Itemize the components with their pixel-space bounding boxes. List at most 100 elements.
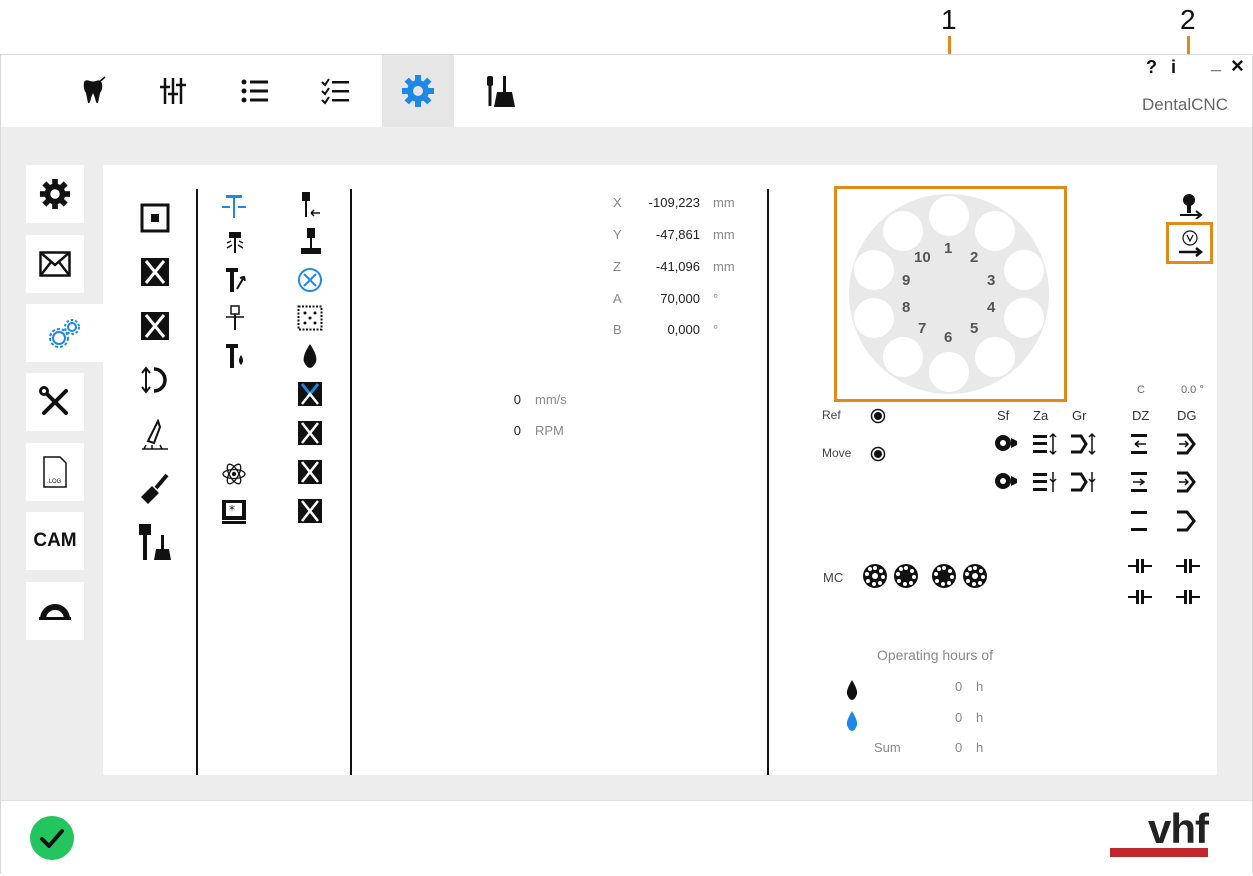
- clamp-icon[interactable]: [140, 257, 170, 287]
- gear-icon: [39, 178, 71, 210]
- tab-settings[interactable]: [382, 55, 454, 127]
- coupling-icon[interactable]: [1175, 557, 1201, 575]
- clamp-icon[interactable]: [297, 498, 323, 524]
- slot-number[interactable]: 3: [987, 272, 995, 289]
- coupling-icon[interactable]: [1127, 588, 1153, 606]
- help-button[interactable]: ?: [1146, 57, 1157, 78]
- divider: [350, 189, 352, 775]
- sidebar-item-settings[interactable]: [26, 165, 84, 223]
- ionizer-icon[interactable]: *: [221, 499, 247, 525]
- axis-unit: °: [713, 291, 719, 306]
- hours-unit: h: [976, 679, 984, 694]
- dg-closed-icon[interactable]: [1175, 470, 1197, 494]
- tools-brush-icon[interactable]: [138, 523, 172, 561]
- tab-tooth[interactable]: [57, 55, 129, 127]
- move-label: Move: [822, 446, 852, 460]
- dz-closed-icon[interactable]: [1129, 470, 1151, 494]
- ref-label: Ref: [822, 408, 841, 422]
- gears-icon: [49, 319, 80, 348]
- wrench-screwdriver-icon: [39, 386, 68, 415]
- spindle-arrow-icon[interactable]: [223, 267, 247, 293]
- mc-label: MC: [823, 570, 844, 585]
- checklist-icon: [321, 78, 349, 105]
- slot-number[interactable]: 9: [902, 272, 910, 289]
- sidebar-item-calibration[interactable]: [26, 582, 84, 640]
- spindle-tool-icon[interactable]: [223, 305, 247, 331]
- sidebar-item-tools[interactable]: [26, 373, 84, 431]
- app-window: ? i _ × DentalCNC .LOG CAM * X -109,223 …: [0, 53, 1253, 876]
- tab-list[interactable]: [219, 55, 291, 127]
- coupling-icon[interactable]: [1127, 557, 1153, 575]
- c-axis-label: C: [1137, 384, 1145, 396]
- magazine-icon[interactable]: [930, 562, 958, 590]
- gripper-open-icon[interactable]: [1069, 432, 1097, 456]
- slot-number[interactable]: 5: [970, 320, 978, 337]
- hours-unit: h: [976, 710, 984, 725]
- tooth-icon: [83, 76, 106, 104]
- spindle-measure-icon[interactable]: [299, 227, 323, 255]
- tool-changer-wheel: [849, 194, 1049, 394]
- magazine-c-icon[interactable]: [861, 562, 889, 590]
- hours-sum-label: Sum: [874, 740, 901, 755]
- slot-number[interactable]: 8: [902, 299, 910, 316]
- spindle-drop-icon[interactable]: [223, 343, 247, 369]
- spindle-spray-icon[interactable]: [223, 231, 247, 255]
- sidebar-item-cam[interactable]: CAM: [26, 512, 84, 570]
- sidebar-item-messages[interactable]: [26, 235, 84, 293]
- tab-checklist[interactable]: [300, 55, 372, 127]
- dg-open-icon[interactable]: [1175, 432, 1197, 456]
- dg-state-icon[interactable]: [1175, 509, 1197, 533]
- slot-number[interactable]: 7: [918, 320, 926, 337]
- ref-indicator[interactable]: [870, 408, 886, 424]
- coupling-icon[interactable]: [1175, 588, 1201, 606]
- sidebar-item-log[interactable]: .LOG: [26, 443, 84, 501]
- info-button[interactable]: i: [1171, 57, 1176, 78]
- status-ok-icon[interactable]: [29, 815, 75, 861]
- hours-unit: h: [976, 740, 984, 755]
- dz-open-icon[interactable]: [1129, 432, 1151, 456]
- spindle-retract-icon[interactable]: [299, 191, 323, 219]
- atom-icon[interactable]: [221, 461, 247, 487]
- dotted-frame-icon[interactable]: [297, 305, 323, 331]
- drop-icon[interactable]: [301, 343, 319, 369]
- feed-unit: mm/s: [535, 392, 567, 407]
- magazine-c-icon[interactable]: [961, 562, 989, 590]
- cleaning-nozzle-icon[interactable]: [140, 419, 170, 451]
- gear-icon: [402, 75, 434, 107]
- slot-number[interactable]: 4: [987, 299, 995, 316]
- sidebar-item-machine-settings[interactable]: [26, 304, 104, 362]
- move-indicator[interactable]: [870, 446, 886, 462]
- callout-2: 2: [1180, 4, 1196, 35]
- slot-number[interactable]: 10: [914, 249, 931, 266]
- rotate-holder-icon[interactable]: [140, 365, 172, 395]
- clamp-icon[interactable]: [297, 459, 323, 485]
- blue-x-circle-icon[interactable]: [297, 267, 323, 293]
- version-arrow-icon[interactable]: [1177, 228, 1205, 258]
- tab-maintenance[interactable]: [464, 55, 536, 127]
- col-sf: Sf: [997, 408, 1010, 423]
- brush-icon[interactable]: [140, 473, 170, 505]
- person-arrow-icon[interactable]: [1178, 193, 1204, 219]
- svg-text:.LOG: .LOG: [47, 479, 62, 485]
- slot-number[interactable]: 6: [944, 329, 952, 346]
- spindle-state-icon[interactable]: [993, 470, 1019, 492]
- spindle-state-icon[interactable]: [993, 432, 1019, 454]
- magazine-icon[interactable]: [892, 562, 920, 590]
- spindle-blue-icon[interactable]: [221, 193, 247, 219]
- target-square-icon[interactable]: [140, 203, 170, 233]
- clamp-open-icon[interactable]: [1031, 432, 1059, 456]
- clamp-blue-icon[interactable]: [297, 381, 323, 407]
- clamp-icon[interactable]: [297, 420, 323, 446]
- clamp-icon[interactable]: [140, 311, 170, 341]
- dz-state-icon[interactable]: [1129, 509, 1151, 533]
- slot-number[interactable]: 1: [944, 240, 952, 257]
- svg-text:*: *: [229, 503, 235, 517]
- clamp-closed-icon[interactable]: [1031, 470, 1059, 494]
- minimize-button[interactable]: _: [1211, 53, 1221, 74]
- slot-number[interactable]: 2: [970, 249, 978, 266]
- tab-sliders[interactable]: [137, 55, 209, 127]
- gripper-closed-icon[interactable]: [1069, 470, 1097, 494]
- spindle-speed-unit: RPM: [535, 423, 564, 438]
- axis-value: -47,861: [655, 227, 700, 242]
- close-button[interactable]: ×: [1231, 53, 1244, 79]
